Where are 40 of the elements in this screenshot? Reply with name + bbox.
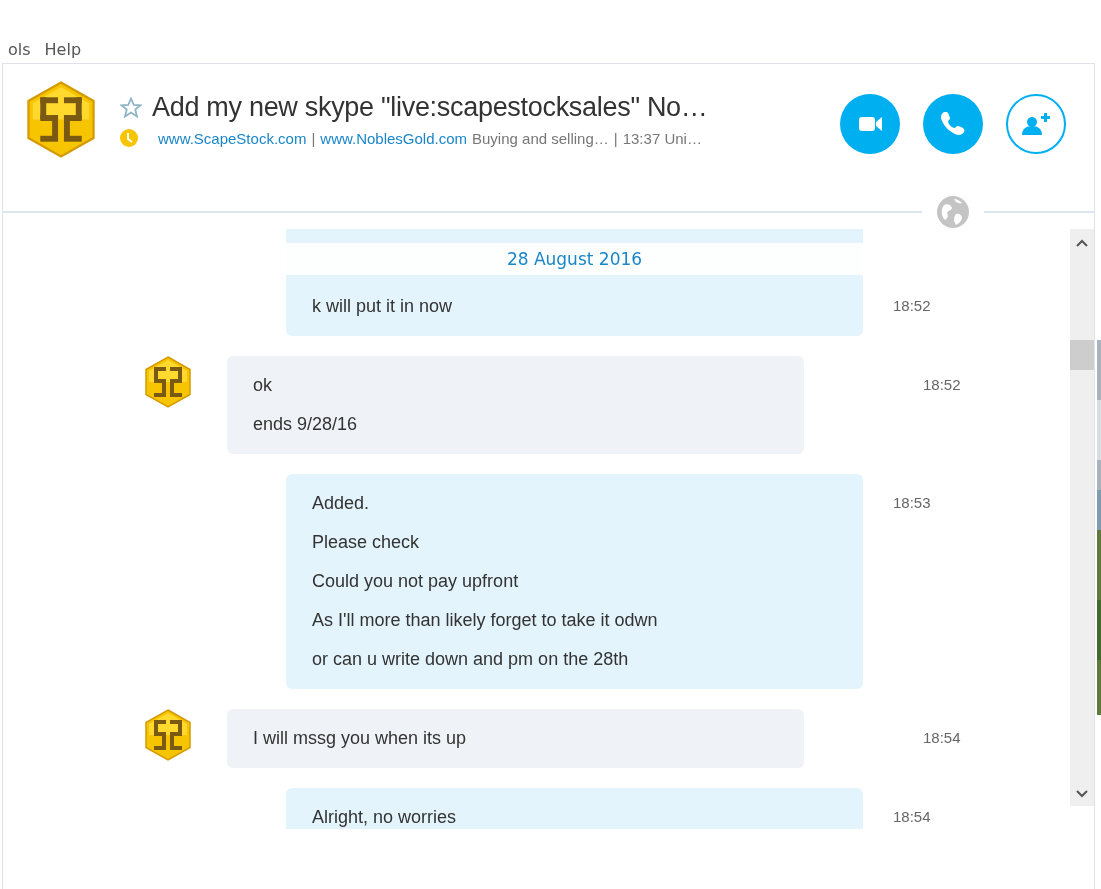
video-call-button[interactable]	[840, 94, 900, 154]
link[interactable]: www.ScapeStock.com	[158, 129, 307, 147]
clock-icon	[120, 129, 138, 147]
star-icon[interactable]	[120, 97, 142, 118]
scroll-down-icon[interactable]	[1076, 790, 1088, 798]
scrollbar-thumb[interactable]	[1070, 340, 1094, 370]
message-text: ends 9/28/16	[253, 413, 359, 436]
message-text: k will put it in now	[312, 295, 454, 318]
message-time: 18:52	[923, 375, 961, 393]
scrollbar[interactable]	[1070, 229, 1094, 806]
message-text: Please check	[312, 531, 421, 554]
call-button[interactable]	[923, 94, 983, 154]
menu-item[interactable]: ols	[8, 39, 31, 63]
add-contact-button[interactable]	[1006, 94, 1066, 154]
message-text: I will mssg you when its up	[253, 727, 468, 750]
message-text: ok	[253, 374, 273, 397]
menu-item[interactable]: Help	[44, 39, 82, 63]
avatar-logo	[143, 709, 193, 761]
message-text: As I'll more than likely forget to take it odwn	[312, 609, 659, 632]
message-time: 18:53	[893, 493, 931, 511]
message-text: Could you not pay upfront	[312, 570, 520, 593]
link[interactable]: www.NoblesGold.com	[320, 129, 467, 147]
status-text: Buying and selling…	[472, 129, 609, 147]
date-banner: 28 August 2016	[286, 243, 863, 275]
message-time: 18:52	[893, 296, 931, 314]
globe-icon[interactable]	[936, 195, 970, 229]
status-text: 13:37 Uni…	[622, 129, 702, 147]
conversation-title: Add my new skype "live:scapestocksales" No…	[152, 92, 708, 123]
add-person-icon	[1022, 113, 1050, 135]
message-text: Added.	[312, 492, 371, 515]
status-text: |	[613, 129, 618, 147]
scroll-up-icon[interactable]	[1076, 239, 1088, 247]
message-time: 18:54	[893, 807, 931, 825]
avatar-logo	[143, 356, 193, 408]
message-text: Alright, no worries	[312, 806, 458, 829]
message-time: 18:54	[923, 728, 961, 746]
camera-icon	[858, 117, 882, 131]
message-text: or can u write down and pm on the 28th	[312, 648, 630, 671]
phone-icon	[941, 112, 965, 136]
status-text: |	[311, 129, 316, 147]
